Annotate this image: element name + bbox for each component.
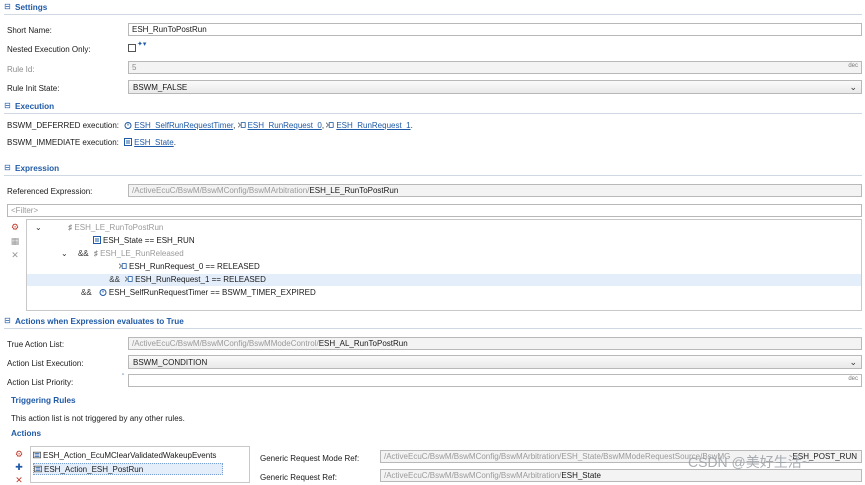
nested-execution-checkbox[interactable] [128, 44, 136, 52]
tree-node-run-request-0[interactable]: ESH_RunRequest_0 == RELEASED [119, 261, 260, 273]
expression-section-title: Expression [15, 164, 60, 173]
timer-icon [124, 122, 132, 129]
true-action-list-input[interactable]: /ActiveEcuC/BswM/BswMConfig/BswMModeCont… [128, 337, 862, 350]
action-icon [33, 451, 41, 459]
referenced-expression-input[interactable]: /ActiveEcuC/BswM/BswMConfig/BswMArbitrat… [128, 184, 862, 197]
rule-init-state-label: Rule Init State: [7, 84, 60, 93]
rule-id-label: Rule Id: [7, 65, 35, 74]
short-name-input[interactable]: ESH_RunToPostRun [128, 23, 862, 36]
action-list-execution-select[interactable]: BSWM_CONDITION ⌄ [128, 355, 862, 369]
filter-input[interactable]: <Filter> [7, 204, 862, 217]
action-list-priority-label: Action List Priority: [7, 378, 74, 387]
watermark: CSDN @美好生活~ [688, 454, 810, 470]
action-icon [34, 465, 42, 473]
generic-request-ref-label: Generic Request Ref: [260, 473, 337, 482]
logic-expression-icon: ♯ [68, 223, 73, 232]
actions-divider [4, 328, 862, 329]
triggering-rules-title: Triggering Rules [11, 396, 76, 405]
info-icon: ▫ [122, 372, 125, 378]
generic-request-mode-ref-label: Generic Request Mode Ref: [260, 454, 360, 463]
collapse-expression-icon[interactable]: ⊟ [4, 164, 12, 172]
deferred-execution-label: BSWM_DEFERRED execution: [7, 121, 120, 130]
mode-request-icon [237, 122, 246, 128]
deferred-link-self-run-timer[interactable]: ESH_SelfRunRequestTimer [134, 121, 233, 130]
mode-request-icon [125, 276, 133, 282]
move-action-icon[interactable]: ✚ [14, 462, 24, 472]
deferred-link-run-request-0[interactable]: ESH_RunRequest_0 [248, 121, 322, 130]
action-item-selected[interactable]: ESH_Action_ESH_PostRun [33, 463, 223, 475]
state-icon [93, 236, 101, 244]
tree-node-esh-state[interactable]: ESH_State == ESH_RUN [93, 235, 195, 247]
actions-section-title: Actions when Expression evaluates to Tru… [15, 317, 184, 326]
expression-divider [4, 175, 862, 176]
logic-expression-icon: ♯ [93, 249, 98, 258]
deferred-link-run-request-1[interactable]: ESH_RunRequest_1 [336, 121, 410, 130]
nested-execution-dropdown-icon[interactable]: ✦▾ [137, 40, 146, 48]
rule-id-unit: dec [848, 63, 858, 69]
priority-unit: dec [848, 376, 858, 382]
expression-tree: ⌄ ♯ ESH_LE_RunToPostRun ESH_State == ESH… [26, 219, 862, 311]
tree-node-self-run-timer[interactable]: && ESH_SelfRunRequestTimer == BSWM_TIMER… [81, 287, 316, 299]
rule-id-input[interactable]: 5 dec [128, 61, 862, 74]
rule-init-state-select[interactable]: BSWM_FALSE ⌄ [128, 80, 862, 94]
collapse-actions-icon[interactable]: ⊟ [4, 317, 12, 325]
collapse-settings-icon[interactable]: ⊟ [4, 3, 12, 11]
mode-request-icon [119, 263, 127, 269]
collapse-execution-icon[interactable]: ⊟ [4, 102, 12, 110]
actions-list: ESH_Action_EcuMClearValidatedWakeupEvent… [30, 446, 250, 483]
expand-chevron-icon[interactable]: ⌄ [61, 249, 68, 258]
add-action-icon[interactable]: ⚙ [14, 449, 24, 459]
chevron-down-icon: ⌄ [849, 82, 857, 92]
edit-expression-icon[interactable]: ▦ [10, 236, 20, 246]
delete-expression-icon[interactable]: ✕ [10, 250, 20, 260]
immediate-link-esh-state[interactable]: ESH_State [134, 138, 174, 147]
nested-execution-label: Nested Execution Only: [7, 45, 91, 54]
mode-request-icon [326, 122, 334, 128]
add-expression-icon[interactable]: ⚙ [10, 222, 20, 232]
triggering-rules-text: This action list is not triggered by any… [11, 414, 185, 423]
action-list-execution-label: Action List Execution: [7, 359, 84, 368]
tree-node-run-request-1[interactable]: && ESH_RunRequest_1 == RELEASED [27, 274, 861, 286]
expand-chevron-icon[interactable]: ⌄ [35, 223, 42, 232]
short-name-label: Short Name: [7, 26, 52, 35]
execution-divider [4, 113, 862, 114]
tree-node-root[interactable]: ⌄ ♯ ESH_LE_RunToPostRun [35, 222, 855, 234]
referenced-expression-label: Referenced Expression: [7, 187, 93, 196]
immediate-execution-label: BSWM_IMMEDIATE execution: [7, 138, 119, 147]
true-action-list-label: True Action List: [7, 340, 65, 349]
settings-divider [4, 14, 862, 15]
state-icon [124, 138, 133, 146]
timer-icon [99, 289, 107, 296]
delete-action-icon[interactable]: ✕ [14, 475, 24, 485]
actions-list-title: Actions [11, 429, 42, 438]
immediate-execution-row: BSWM_IMMEDIATE execution: ESH_State. [7, 138, 176, 147]
deferred-execution-row: BSWM_DEFERRED execution: ESH_SelfRunRequ… [7, 121, 413, 130]
chevron-down-icon: ⌄ [849, 357, 857, 367]
settings-section-title: Settings [15, 3, 48, 12]
execution-section-title: Execution [15, 102, 55, 111]
action-list-priority-input[interactable]: dec [128, 374, 862, 387]
tree-node-run-released[interactable]: ⌄ && ♯ ESH_LE_RunReleased [61, 248, 184, 260]
action-item[interactable]: ESH_Action_EcuMClearValidatedWakeupEvent… [33, 450, 216, 462]
